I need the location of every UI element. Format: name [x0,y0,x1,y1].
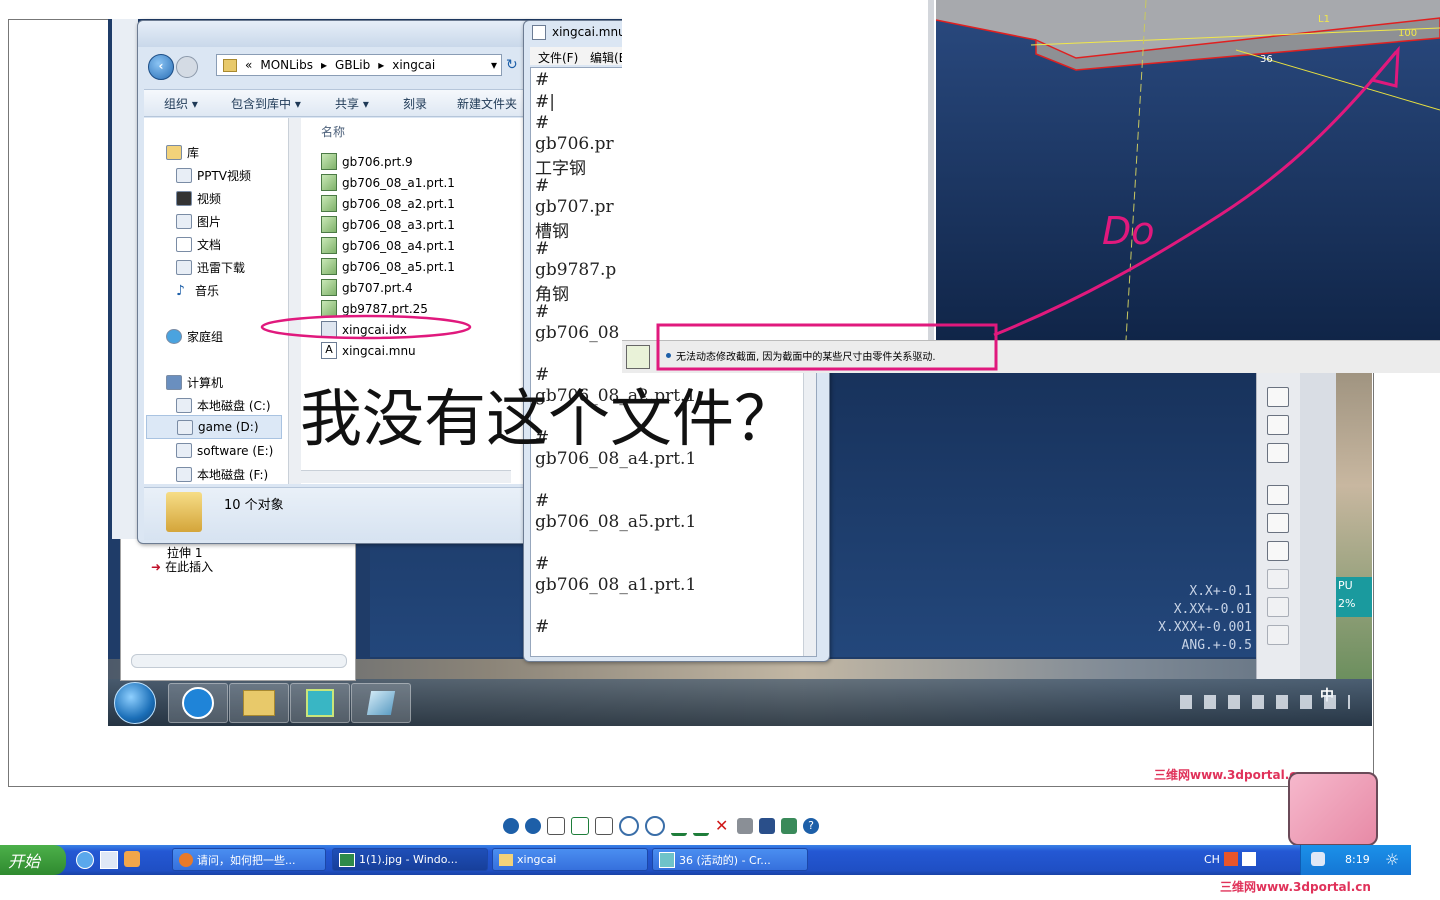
rotate-left-icon[interactable] [671,817,687,836]
question-annotation: 我没有这个文件？ [300,382,796,455]
save-icon[interactable] [759,818,775,834]
creo-icon [659,851,675,868]
language-indicator[interactable]: CH [1204,853,1220,866]
circle-annotation [260,314,472,340]
task-browser[interactable]: 请问，如何把一些... [172,848,326,871]
zoom-in-icon[interactable] [619,816,639,836]
arrow-label-annotation: Do [1102,209,1155,253]
help-icon[interactable] [1242,852,1256,866]
arrow-annotation [993,51,1398,337]
zoom-out-icon[interactable] [645,816,665,836]
ime-icons [1224,852,1288,868]
watermark-top: 三维网www.3dportal.cn [1154,768,1305,782]
slideshow-icon[interactable] [595,817,613,835]
previous-image-icon[interactable] [503,818,519,834]
annotation-overlay: Do 我没有这个文件？ [260,45,1400,455]
sogou-ime-icon[interactable] [1224,852,1238,866]
fit-window-icon[interactable] [571,817,589,835]
system-tray: 8:19 ☼ [1300,845,1411,875]
delete-icon[interactable]: ✕ [715,818,731,834]
task-label: 1(1).jpg - Windo... [359,853,458,866]
xp-taskbar: 开始 请问，如何把一些... 1(1).jpg - Windo... xingc… [0,845,1411,875]
message-box-annotation [656,323,998,371]
desktop-icon[interactable] [100,851,118,869]
image-viewer-toolbar: ✕ ? [503,814,883,838]
security-shield-icon[interactable] [1311,852,1325,866]
ie-icon[interactable] [76,851,94,869]
task-label: 请问，如何把一些... [197,853,296,867]
task-creo[interactable]: 36 (活动的) - Cr... [652,848,808,871]
firefox-icon [179,852,193,867]
rotate-right-icon[interactable] [693,817,709,836]
task-label: xingcai [517,853,557,866]
help-icon[interactable]: ? [803,818,819,834]
task-label: 36 (活动的) - Cr... [679,853,771,867]
task-folder[interactable]: xingcai [492,848,648,871]
print-icon[interactable] [737,818,753,834]
messenger-icon[interactable] [124,851,140,867]
weather-sun-icon[interactable]: ☼ [1385,850,1399,869]
actual-size-icon[interactable] [547,817,565,835]
clock[interactable]: 8:19 [1345,853,1370,866]
edit-icon[interactable] [781,818,797,834]
quick-launch [76,851,164,869]
task-image-viewer[interactable]: 1(1).jpg - Windo... [332,848,488,871]
mascot-image [1288,772,1378,846]
next-image-icon[interactable] [525,818,541,834]
folder-icon [499,853,513,866]
start-button[interactable]: 开始 [0,845,66,875]
arrowhead-annotation [1369,45,1400,88]
image-viewer-icon [339,852,355,867]
watermark-bottom: 三维网www.3dportal.cn [1220,880,1371,894]
